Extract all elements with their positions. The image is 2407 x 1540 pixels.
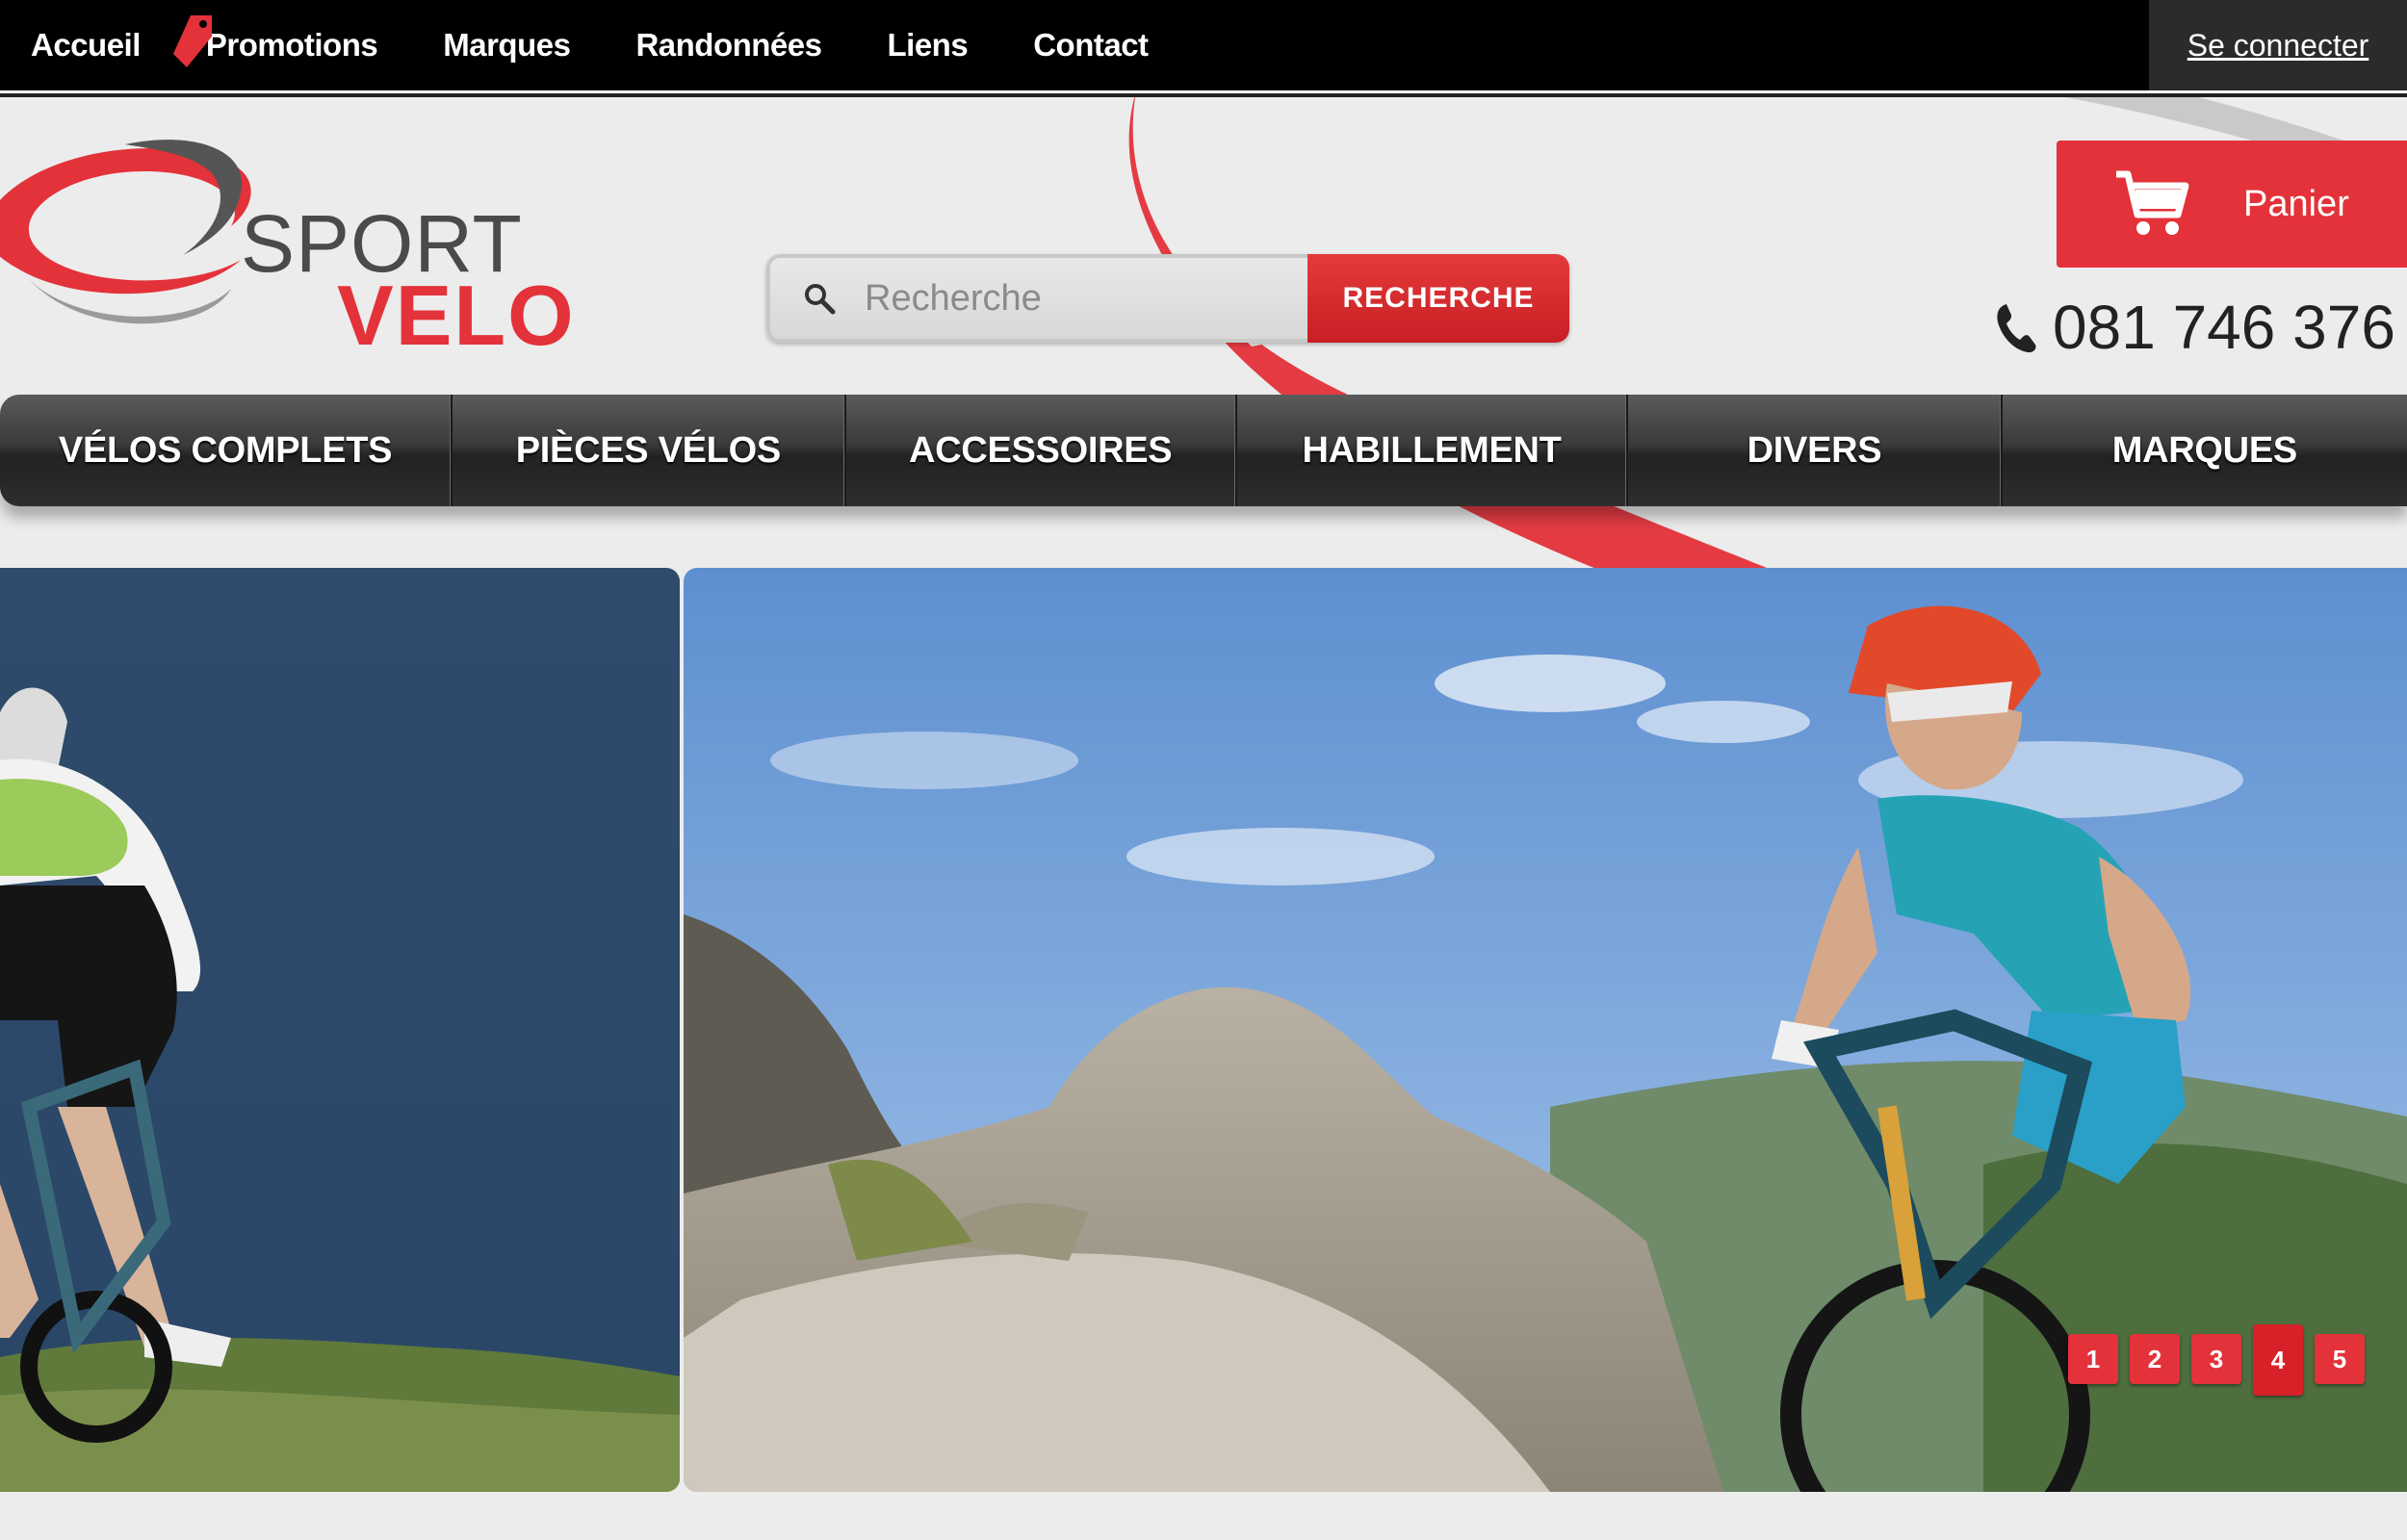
top-bar: Accueil Promotions Marques Randonnées Li… bbox=[0, 0, 2407, 93]
search-bar: RECHERCHE bbox=[766, 254, 1569, 343]
cart-button[interactable]: Panier bbox=[2057, 141, 2407, 268]
category-pieces-velos[interactable]: PIÈCES VÉLOS bbox=[453, 395, 846, 506]
slider-page-3[interactable]: 3 bbox=[2191, 1334, 2241, 1384]
slider-page-5[interactable]: 5 bbox=[2315, 1334, 2365, 1384]
topnav-item-liens[interactable]: Liens bbox=[888, 27, 969, 64]
phone-number: 081 746 376 bbox=[1993, 293, 2407, 362]
search-input[interactable] bbox=[863, 276, 1271, 321]
site-logo[interactable]: SPORT VELO bbox=[0, 135, 655, 356]
topnav-item-randonnees[interactable]: Randonnées bbox=[635, 27, 822, 64]
slide-previous-image bbox=[0, 568, 680, 1492]
phone-number-text: 081 746 376 bbox=[2053, 293, 2395, 362]
topnav-item-contact[interactable]: Contact bbox=[1033, 27, 1149, 64]
topnav-item-marques[interactable]: Marques bbox=[443, 27, 571, 64]
category-accessoires[interactable]: ACCESSOIRES bbox=[846, 395, 1237, 506]
slider-pagination: 1 2 3 4 5 bbox=[2068, 1324, 2376, 1396]
search-field bbox=[766, 254, 1307, 343]
cart-label: Panier bbox=[2243, 183, 2349, 224]
topnav-item-promotions[interactable]: Promotions bbox=[172, 15, 378, 67]
phone-icon bbox=[1997, 304, 2036, 353]
promo-tag-icon bbox=[172, 15, 212, 67]
category-marques[interactable]: MARQUES bbox=[2003, 395, 2407, 506]
category-velos-complets[interactable]: VÉLOS COMPLETS bbox=[0, 395, 453, 506]
topnav-item-label: Promotions bbox=[205, 27, 378, 63]
login-link[interactable]: Se connecter bbox=[2187, 28, 2369, 64]
category-divers[interactable]: DIVERS bbox=[1628, 395, 2003, 506]
search-button[interactable]: RECHERCHE bbox=[1307, 254, 1569, 343]
slide-previous[interactable] bbox=[0, 568, 680, 1492]
slider-page-4[interactable]: 4 bbox=[2253, 1324, 2303, 1396]
topnav-item-accueil[interactable]: Accueil bbox=[31, 27, 141, 64]
category-habillement[interactable]: HABILLEMENT bbox=[1237, 395, 1629, 506]
top-nav: Accueil Promotions Marques Randonnées Li… bbox=[31, 0, 1214, 90]
logo-text-velo: VELO bbox=[337, 268, 576, 356]
category-nav: VÉLOS COMPLETS PIÈCES VÉLOS ACCESSOIRES … bbox=[0, 395, 2407, 506]
slider-page-2[interactable]: 2 bbox=[2130, 1334, 2180, 1384]
login-box: Se connecter bbox=[2149, 0, 2407, 90]
cart-icon bbox=[2116, 170, 2189, 235]
slider-page-1[interactable]: 1 bbox=[2068, 1334, 2118, 1384]
search-icon bbox=[805, 284, 836, 315]
